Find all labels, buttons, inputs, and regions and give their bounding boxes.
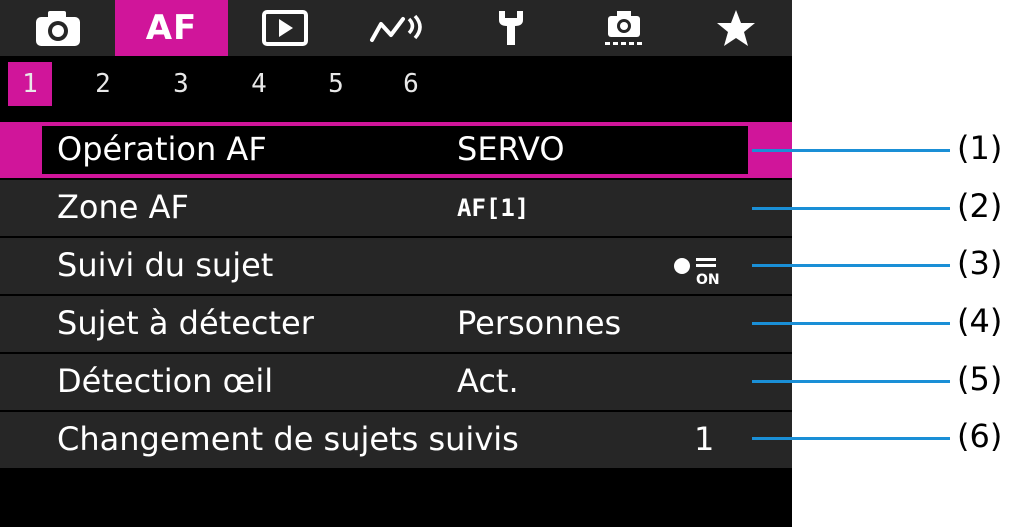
callout-line-5 [752,380,950,383]
callout-label-4: (4) [957,302,1003,340]
tab-my-menu[interactable] [680,0,792,56]
menu-item-subject-to-detect[interactable]: Sujet à détecter Personnes [0,296,792,352]
tab-af[interactable]: AF [115,0,228,56]
callout-label-5: (5) [957,360,1003,398]
tab-custom-functions[interactable] [567,0,680,56]
selection-frame: Opération AF SERVO [42,126,748,174]
playback-icon [261,10,308,46]
callout-line-1 [752,149,950,152]
menu-item-label: Opération AF [57,130,267,168]
menu-item-label: Zone AF [57,188,189,226]
callout-label-6: (6) [957,417,1003,455]
camera-icon [35,11,80,46]
camera-menu-screen: AF 1 2 3 4 5 6 Opération AF SERVO Zone A… [0,0,792,527]
icon-on-text: ON [696,272,720,288]
sub-tab-4[interactable]: 4 [237,62,281,106]
callout-label-1: (1) [957,129,1003,167]
callout-label-2: (2) [957,187,1003,225]
tab-af-label: AF [145,8,198,48]
menu-item-label: Détection œil [57,362,274,400]
menu-item-eye-detection[interactable]: Détection œil Act. [0,354,792,410]
sub-tab-3[interactable]: 3 [159,62,203,106]
menu-item-label: Suivi du sujet [57,246,274,284]
subject-tracking-on-icon: ON [674,258,720,288]
tab-wireless[interactable] [341,0,454,56]
menu-item-value: SERVO [457,130,565,168]
callout-line-3 [752,264,950,267]
sub-tab-6[interactable]: 6 [389,62,433,106]
callout-line-2 [752,207,950,210]
menu-tab-bar: AF [0,0,792,56]
sub-tab-1[interactable]: 1 [8,62,52,106]
menu-item-value: Act. [457,362,519,400]
menu-item-switching-tracked-subjects[interactable]: Changement de sujets suivis 1 [0,412,792,468]
callout-line-6 [752,437,950,440]
callout-line-4 [752,322,950,325]
menu-item-af-operation[interactable]: Opération AF SERVO [0,122,792,178]
menu-item-value: Personnes [457,304,622,342]
menu-item-label: Sujet à détecter [57,304,314,342]
menu-item-subject-tracking[interactable]: Suivi du sujet ON [0,238,792,294]
tab-playback[interactable] [228,0,341,56]
menu-item-value: AF[1] [457,194,530,222]
star-icon [717,10,755,46]
wrench-icon [498,11,523,45]
sub-tab-2[interactable]: 2 [81,62,125,106]
menu-item-label: Changement de sujets suivis [57,420,519,458]
tab-shooting[interactable] [0,0,115,56]
menu-item-af-area[interactable]: Zone AF AF[1] [0,180,792,236]
wireless-icon [369,14,422,42]
sub-tab-5[interactable]: 5 [314,62,358,106]
custom-function-icon [604,11,642,45]
tab-setup[interactable] [454,0,567,56]
callout-label-3: (3) [957,244,1003,282]
menu-item-value: 1 [694,420,715,458]
